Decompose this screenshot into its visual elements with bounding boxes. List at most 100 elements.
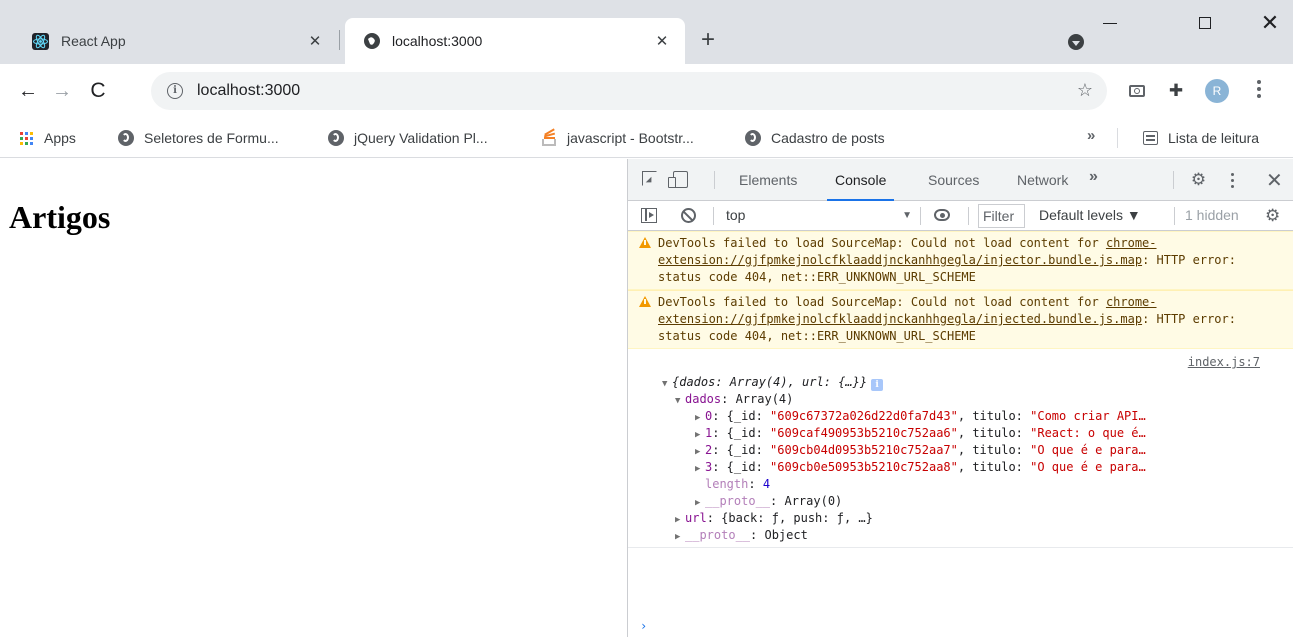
bookmarks-more-chevron[interactable]: » [1087,127,1095,144]
info-badge-icon[interactable]: i [871,379,884,391]
devtools-close-icon[interactable]: ✕ [1266,168,1283,193]
warning-text: DevTools failed to load SourceMap: Could… [658,236,1106,250]
devtools-menu-kebab-icon[interactable] [1231,173,1234,188]
divider [714,171,715,189]
tab-title: localhost:3000 [392,33,483,49]
url-text[interactable]: localhost:3000 [197,82,300,100]
object-summary-row[interactable]: ▼ {dados: Array(4), url: {…}} i [628,374,1293,391]
context-value: top [726,207,746,223]
tab-title: React App [61,33,126,49]
bookmark-seletores[interactable]: Seletores de Formu... [118,126,279,150]
expand-triangle-icon[interactable]: ▼ [662,376,672,393]
bookmark-apps[interactable]: Apps [18,126,76,150]
apps-grid-icon [18,130,34,146]
clear-console-icon[interactable] [681,208,696,223]
globe-icon [745,130,761,146]
collapse-triangle-icon[interactable]: ▶ [675,529,685,546]
new-tab-button[interactable]: + [694,27,722,55]
reading-list-button[interactable]: Lista de leitura [1143,126,1259,150]
divider [1174,207,1175,225]
bookmark-label: Apps [44,130,76,146]
titulo-value: "React: o que é… [1030,426,1146,440]
device-toolbar-icon[interactable] [668,171,688,188]
console-filter-bar: top ▼ Filter Default levels ▼ 1 hidden ⚙ [628,201,1293,231]
length-value: 4 [762,477,771,491]
warning-text: DevTools failed to load SourceMap: Could… [658,295,1106,309]
minimize-button[interactable] [1087,8,1133,38]
inspect-element-icon[interactable] [642,171,657,186]
bookmark-jquery-validation[interactable]: jQuery Validation Pl... [328,126,488,150]
page-title: Artigos [9,199,111,235]
id-value: "609cb04d0953b5210c752aa7" [770,443,958,457]
bookmark-label: Cadastro de posts [771,130,885,146]
id-value: "609caf490953b5210c752aa6" [770,426,958,440]
devtools-tab-bar: Elements Console Sources Network » ⚙ ✕ [628,159,1293,201]
tab-react-app[interactable]: React App ✕ [14,18,338,64]
console-filter-input[interactable]: Filter [978,204,1025,228]
array-proto-row[interactable]: ▶ __proto__: Array(0) [628,493,1293,510]
more-tabs-chevron[interactable]: » [1089,168,1098,186]
context-select[interactable]: top ▼ [726,201,920,230]
forward-arrow-icon[interactable]: → [48,77,76,105]
window-close-button[interactable]: ✕ [1247,8,1293,38]
console-warning: DevTools failed to load SourceMap: Could… [628,290,1293,349]
console-sidebar-icon[interactable] [641,208,657,223]
property-value: Object [764,528,808,542]
live-expression-eye-icon[interactable] [934,209,950,221]
titulo-value: "Como criar API… [1030,409,1146,423]
tab-sources[interactable]: Sources [928,159,979,201]
expand-triangle-icon[interactable]: ▼ [675,393,685,410]
console-warning: DevTools failed to load SourceMap: Could… [628,231,1293,290]
extensions-puzzle-icon[interactable]: ✚ [1166,81,1186,101]
avatar[interactable]: R [1205,79,1229,103]
array-index: 1 [705,426,713,440]
array-index: 2 [705,443,713,457]
tab-elements[interactable]: Elements [739,159,797,201]
array-item-row[interactable]: ▶ 3: {_id: "609cb0e50953b5210c752aa8", ti… [628,459,1293,476]
console-prompt[interactable]: › [640,618,647,635]
array-item-row[interactable]: ▶ 0: {_id: "609c67372a026d22d0fa7d43", ti… [628,408,1293,425]
reload-icon[interactable]: C [84,77,112,105]
close-icon[interactable]: ✕ [306,32,324,50]
warning-icon [639,296,651,307]
maximize-button[interactable] [1182,8,1228,38]
tab-network[interactable]: Network [1017,159,1068,201]
property-value: {back: ƒ, push: ƒ, …} [721,511,873,525]
log-levels-select[interactable]: Default levels ▼ [1039,201,1141,230]
address-bar[interactable]: i localhost:3000 ☆ [151,72,1107,110]
console-settings-gear-icon[interactable]: ⚙ [1265,206,1280,226]
collapse-triangle-icon[interactable]: ▶ [695,461,705,478]
divider [1173,171,1174,189]
warning-icon [639,237,651,248]
bookmark-javascript-bootstrap[interactable]: javascript - Bootstr... [541,126,694,150]
bookmark-label: javascript - Bootstr... [567,130,694,146]
tab-localhost[interactable]: localhost:3000 ✕ [345,18,685,64]
info-icon[interactable]: i [167,83,183,99]
property-value: Array(0) [784,494,843,508]
tab-search-icon[interactable] [1068,34,1084,50]
tab-strip: React App ✕ localhost:3000 ✕ + ✕ [0,0,1293,64]
url-row[interactable]: ▶ url: {back: ƒ, push: ƒ, …} [628,510,1293,527]
camera-icon[interactable] [1127,81,1147,101]
id-value: "609c67372a026d22d0fa7d43" [770,409,958,423]
menu-kebab-icon[interactable] [1256,80,1262,98]
bookmark-label: jQuery Validation Pl... [354,130,488,146]
object-proto-row[interactable]: ▶ __proto__: Object [628,527,1293,547]
dados-row[interactable]: ▼ dados: Array(4) [628,391,1293,408]
bookmark-label: Seletores de Formu... [144,130,279,146]
back-arrow-icon[interactable]: ← [14,77,42,105]
console-log-entry: index.js:7 ▼ {dados: Array(4), url: {…}} i… [628,349,1293,548]
globe-icon [328,130,344,146]
divider [968,207,969,225]
page-content: Artigos [0,159,627,637]
log-source-link[interactable]: index.js:7 [1188,354,1260,371]
property-value: Array(4) [735,392,794,406]
tab-console[interactable]: Console [826,159,895,201]
bookmark-star-icon[interactable]: ☆ [1077,80,1093,101]
array-item-row[interactable]: ▶ 1: {_id: "609caf490953b5210c752aa6", ti… [628,425,1293,442]
close-icon[interactable]: ✕ [653,32,671,50]
divider [920,207,921,225]
array-item-row[interactable]: ▶ 2: {_id: "609cb04d0953b5210c752aa7", ti… [628,442,1293,459]
bookmark-cadastro-posts[interactable]: Cadastro de posts [745,126,885,150]
settings-gear-icon[interactable]: ⚙ [1190,171,1207,188]
